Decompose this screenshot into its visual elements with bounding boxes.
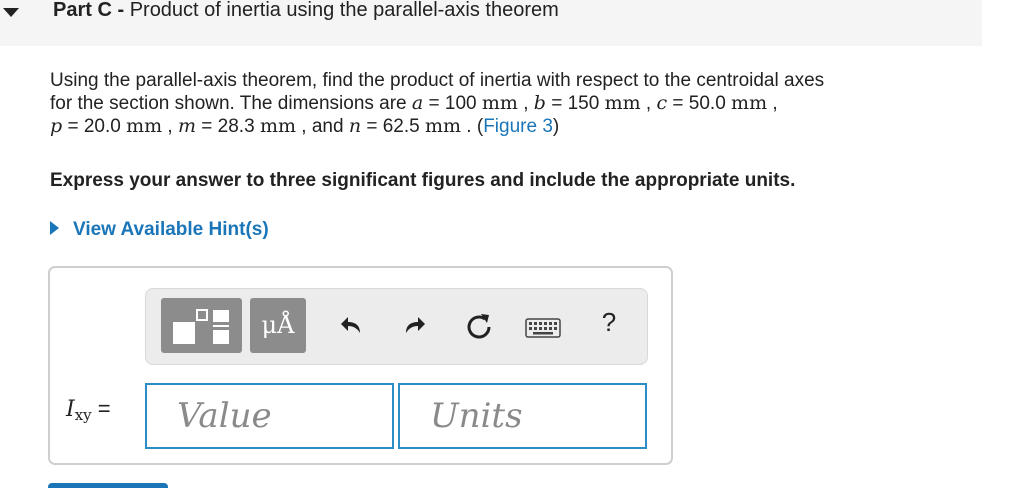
help-button[interactable]: ?: [594, 307, 624, 337]
variable-symbol: I: [66, 397, 75, 422]
collapse-toggle[interactable]: [0, 0, 40, 28]
units-input[interactable]: [398, 383, 647, 449]
unit-mm: mm: [731, 92, 768, 114]
and-text: , and: [295, 116, 349, 137]
instruction-text: Express your answer to three significant…: [50, 170, 796, 191]
equals-sign: =: [91, 396, 111, 421]
part-title-text: Product of inertia using the parallel-ax…: [129, 0, 559, 21]
page: Part C - Product of inertia using the pa…: [0, 0, 1024, 488]
separator: ,: [517, 93, 534, 114]
variable-subscript: xy: [74, 406, 92, 424]
undo-icon[interactable]: [338, 311, 368, 341]
templates-button[interactable]: [161, 298, 242, 353]
n-value: = 62.5: [361, 116, 425, 137]
variable-label: Ixy =: [66, 396, 111, 424]
answer-box: μÅ ? Ixy =: [48, 266, 673, 465]
problem-text: for the section shown. The dimensions ar…: [50, 93, 412, 114]
period: . (: [461, 116, 484, 137]
a-value: = 100: [423, 93, 482, 114]
hint-link-label: View Available Hint(s): [73, 219, 269, 240]
c-value: = 50.0: [667, 93, 732, 114]
close-paren: ): [552, 116, 560, 137]
var-m: m: [177, 115, 197, 137]
var-b: b: [533, 92, 546, 114]
unit-mm: mm: [424, 115, 462, 137]
submit-button[interactable]: [48, 483, 168, 488]
problem-statement: Using the parallel-axis theorem, find th…: [50, 69, 970, 138]
problem-line-2: for the section shown. The dimensions ar…: [50, 92, 970, 115]
b-value: = 150: [545, 93, 605, 114]
var-n: n: [348, 115, 362, 137]
var-a: a: [411, 92, 424, 114]
part-label: Part C -: [53, 0, 125, 21]
unit-mm: mm: [604, 92, 641, 114]
separator: ,: [640, 93, 657, 114]
math-toolbar: μÅ ?: [145, 288, 648, 365]
reset-icon[interactable]: [464, 311, 494, 341]
view-hints-link[interactable]: View Available Hint(s): [50, 219, 269, 245]
p-value: = 20.0: [62, 116, 127, 137]
line-end: ,: [767, 93, 778, 114]
unit-mm: mm: [126, 115, 163, 137]
caret-down-icon: [3, 8, 19, 17]
m-value: = 28.3: [196, 116, 260, 137]
caret-right-icon: [50, 221, 59, 236]
figure-link[interactable]: Figure 3: [483, 116, 553, 137]
problem-line-3: p = 20.0 mm , m = 28.3 mm , and n = 62.5…: [50, 115, 970, 138]
part-title: Part C - Product of inertia using the pa…: [53, 0, 559, 22]
var-c: c: [656, 92, 668, 114]
redo-icon[interactable]: [398, 311, 428, 341]
unit-mm: mm: [259, 115, 296, 137]
units-button[interactable]: μÅ: [250, 298, 306, 353]
keyboard-icon[interactable]: [524, 311, 562, 341]
var-p: p: [50, 115, 63, 137]
separator: ,: [162, 116, 178, 137]
value-input[interactable]: [145, 383, 394, 449]
problem-line-1: Using the parallel-axis theorem, find th…: [50, 70, 825, 91]
unit-mm: mm: [481, 92, 518, 114]
templates-icon: [173, 309, 229, 344]
part-header: Part C - Product of inertia using the pa…: [0, 0, 982, 46]
